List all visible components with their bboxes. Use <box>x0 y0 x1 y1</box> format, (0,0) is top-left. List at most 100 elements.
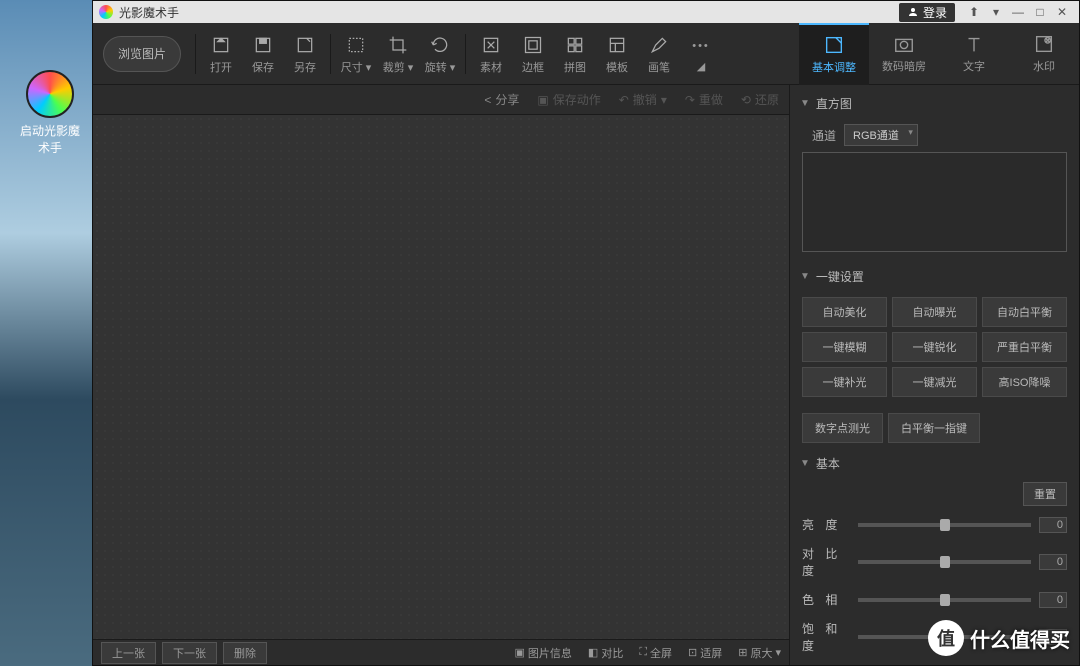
save-button[interactable]: 保存 <box>242 33 284 75</box>
save-icon <box>253 35 273 55</box>
auto-exposure-button[interactable]: 自动曝光 <box>892 297 977 327</box>
frame-icon <box>523 35 543 55</box>
prev-button[interactable]: 上一张 <box>101 642 156 664</box>
share-button[interactable]: <分享 <box>484 91 519 108</box>
delete-button[interactable]: 删除 <box>223 642 267 664</box>
saveas-icon <box>295 35 315 55</box>
brightness-track[interactable] <box>858 523 1031 527</box>
camera-icon <box>893 33 915 55</box>
auto-wb-button[interactable]: 自动白平衡 <box>982 297 1067 327</box>
channel-select[interactable]: RGB通道 <box>844 124 918 146</box>
right-tabs: 基本调整 数码暗房 文字 水印 <box>799 23 1079 85</box>
right-panel: ▼ 直方图 通道 RGB通道 ▼ 一键设置 自动美化 自动曝光 自动白平衡 一键… <box>789 85 1079 665</box>
auto-beautify-button[interactable]: 自动美化 <box>802 297 887 327</box>
compare-button[interactable]: ◧对比 <box>588 645 623 661</box>
chevron-down-icon: ▼ <box>800 271 810 282</box>
fullscreen-button[interactable]: ⛶全屏 <box>639 645 672 661</box>
image-info-button[interactable]: ▣图片信息 <box>515 645 572 661</box>
material-button[interactable]: 素材 <box>470 33 512 75</box>
more-icon: ••• <box>692 40 710 52</box>
saveas-button[interactable]: 另存 <box>284 33 326 75</box>
original-button[interactable]: ⊞原大 ▾ <box>738 645 781 661</box>
tab-watermark[interactable]: 水印 <box>1009 23 1079 85</box>
brightness-slider: 亮 度 0 <box>790 510 1079 539</box>
info-icon: ▣ <box>515 646 525 659</box>
undo-icon: ↶ <box>619 93 629 107</box>
template-button[interactable]: 模板 <box>596 33 638 75</box>
wb-finger-button[interactable]: 白平衡一指键 <box>888 413 980 443</box>
slider-thumb[interactable] <box>940 519 950 531</box>
more-button[interactable]: •••◢ <box>680 34 722 73</box>
text-icon <box>963 33 985 55</box>
tab-basic-adjust[interactable]: 基本调整 <box>799 23 869 85</box>
reset-button[interactable]: 重置 <box>1023 482 1067 506</box>
fit-button[interactable]: ⊡适屏 <box>688 645 722 661</box>
tab-darkroom[interactable]: 数码暗房 <box>869 23 939 85</box>
save-action-button[interactable]: ▣保存动作 <box>537 91 600 108</box>
fit-icon: ⊡ <box>688 646 697 659</box>
crop-icon <box>388 35 408 55</box>
hue-value[interactable]: 0 <box>1039 592 1067 608</box>
desktop-shortcut[interactable]: 启动光影魔术手 <box>15 70 85 156</box>
app-logo-icon <box>26 70 74 118</box>
reduce-light-button[interactable]: 一键减光 <box>892 367 977 397</box>
share-icon: < <box>484 93 491 107</box>
login-button[interactable]: 登录 <box>899 3 955 22</box>
sub-toolbar: <分享 ▣保存动作 ↶撤销 ▾ ↷重做 ⟲还原 <box>93 85 789 115</box>
strict-wb-button[interactable]: 严重白平衡 <box>982 332 1067 362</box>
next-button[interactable]: 下一张 <box>162 642 217 664</box>
collage-button[interactable]: 拼图 <box>554 33 596 75</box>
saveaction-icon: ▣ <box>537 93 548 107</box>
compare-icon: ◧ <box>588 646 598 659</box>
revert-icon: ⟲ <box>741 93 751 107</box>
material-icon <box>481 35 501 55</box>
fullscreen-icon: ⛶ <box>639 646 647 659</box>
collage-icon <box>565 35 585 55</box>
maximize-button[interactable]: □ <box>1029 3 1051 21</box>
contrast-value[interactable]: 0 <box>1039 554 1067 570</box>
undo-button[interactable]: ↶撤销 ▾ <box>619 91 667 108</box>
pin-button[interactable]: ⬆ <box>963 3 985 21</box>
redo-button[interactable]: ↷重做 <box>685 91 723 108</box>
one-blur-button[interactable]: 一键模糊 <box>802 332 887 362</box>
bottom-bar: 上一张 下一张 删除 ▣图片信息 ◧对比 ⛶全屏 ⊡适屏 ⊞原大 ▾ <box>93 639 789 665</box>
brush-button[interactable]: 画笔 <box>638 33 680 75</box>
template-icon <box>607 35 627 55</box>
minimize-button[interactable]: — <box>1007 3 1029 21</box>
rotate-icon <box>430 35 450 55</box>
contrast-track[interactable] <box>858 560 1031 564</box>
browse-button[interactable]: 浏览图片 <box>103 36 181 72</box>
fill-light-button[interactable]: 一键补光 <box>802 367 887 397</box>
high-iso-nr-button[interactable]: 高ISO降噪 <box>982 367 1067 397</box>
titlebar-logo-icon <box>99 5 113 19</box>
redo-icon: ↷ <box>685 93 695 107</box>
options-button[interactable]: ▾ <box>985 3 1007 21</box>
basic-header[interactable]: ▼ 基本 <box>790 449 1079 478</box>
titlebar: 光影魔术手 登录 ⬆ ▾ — □ ✕ <box>93 1 1079 23</box>
watermark-icon <box>1033 33 1055 55</box>
size-button[interactable]: 尺寸 ▾ <box>335 33 377 75</box>
quick-buttons: 自动美化 自动曝光 自动白平衡 一键模糊 一键锐化 严重白平衡 一键补光 一键减… <box>790 291 1079 403</box>
slider-thumb[interactable] <box>940 556 950 568</box>
tab-text[interactable]: 文字 <box>939 23 1009 85</box>
quick-header[interactable]: ▼ 一键设置 <box>790 262 1079 291</box>
revert-button[interactable]: ⟲还原 <box>741 91 779 108</box>
watermark-badge: 值 <box>928 620 964 656</box>
frame-button[interactable]: 边框 <box>512 33 554 75</box>
histogram-display <box>802 152 1067 252</box>
app-window: 光影魔术手 登录 ⬆ ▾ — □ ✕ 浏览图片 打开 保存 另存 尺寸 ▾ 裁剪… <box>92 0 1080 666</box>
canvas[interactable] <box>93 115 789 639</box>
close-button[interactable]: ✕ <box>1051 3 1073 21</box>
hue-track[interactable] <box>858 598 1031 602</box>
desktop-shortcut-label: 启动光影魔术手 <box>15 122 85 156</box>
histogram-header[interactable]: ▼ 直方图 <box>790 89 1079 118</box>
brightness-value[interactable]: 0 <box>1039 517 1067 533</box>
slider-thumb[interactable] <box>940 594 950 606</box>
adjust-icon <box>823 34 845 56</box>
open-button[interactable]: 打开 <box>200 33 242 75</box>
channel-label: 通道 <box>812 127 836 144</box>
crop-button[interactable]: 裁剪 ▾ <box>377 33 419 75</box>
spot-meter-button[interactable]: 数字点测光 <box>802 413 883 443</box>
rotate-button[interactable]: 旋转 ▾ <box>419 33 461 75</box>
one-sharpen-button[interactable]: 一键锐化 <box>892 332 977 362</box>
